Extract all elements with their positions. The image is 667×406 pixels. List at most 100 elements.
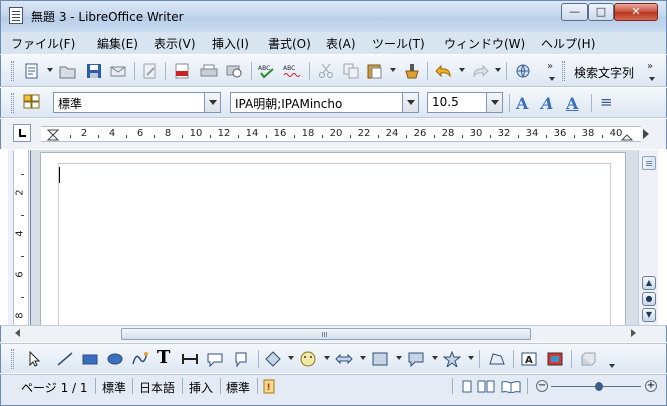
vertical-callout-icon[interactable]	[232, 351, 250, 367]
vertical-ruler[interactable]: 2 4 6 8	[8, 150, 30, 325]
menu-window[interactable]: ウィンドウ(W)	[444, 35, 525, 52]
find-toolbar-dropdown-icon[interactable]	[649, 77, 655, 81]
redo-dropdown-icon[interactable]	[495, 68, 501, 72]
toolbar-options-dropdown-icon[interactable]	[549, 77, 555, 81]
flowchart-icon[interactable]	[371, 351, 389, 367]
align-left-icon[interactable]: ≡	[600, 93, 613, 111]
maximize-button[interactable]: □	[588, 3, 614, 21]
select-pointer-icon[interactable]	[25, 351, 43, 367]
menu-help[interactable]: ヘルプ(H)	[541, 35, 595, 52]
page-indicator[interactable]: ページ 1 / 1	[21, 379, 88, 396]
more-tools-chevron-icon[interactable]: »	[547, 61, 553, 72]
undo-icon[interactable]	[435, 63, 453, 79]
styles-and-formatting-icon[interactable]	[23, 94, 41, 110]
edit-file-icon[interactable]	[141, 63, 159, 79]
multi-page-view-icon[interactable]	[477, 380, 495, 393]
toolbar-grip-icon[interactable]	[11, 93, 14, 113]
print-icon[interactable]	[200, 63, 218, 79]
font-name-combo[interactable]: IPA明朝;IPAMincho	[230, 92, 419, 113]
font-size-combo[interactable]: 10.5	[427, 92, 503, 113]
undo-dropdown-icon[interactable]	[459, 68, 465, 72]
new-document-dropdown-icon[interactable]	[47, 68, 53, 72]
paste-icon[interactable]	[366, 63, 384, 79]
previous-page-button[interactable]: ▲	[642, 276, 656, 290]
stars-dropdown-icon[interactable]	[468, 356, 474, 360]
basic-shapes-dropdown-icon[interactable]	[288, 356, 294, 360]
document-area[interactable]	[30, 150, 638, 333]
menu-table[interactable]: 表(A)	[326, 35, 356, 52]
zoom-slider-thumb[interactable]	[595, 382, 603, 391]
drawing-toolbar-options-icon[interactable]	[609, 364, 615, 368]
symbol-shapes-icon[interactable]	[299, 351, 317, 367]
extrusion-icon[interactable]	[579, 351, 597, 367]
fontwork-icon[interactable]: A	[520, 351, 538, 367]
single-page-view-icon[interactable]	[460, 380, 474, 393]
chevron-down-icon[interactable]	[402, 93, 418, 112]
navigation-button[interactable]: ●	[642, 292, 656, 306]
points-edit-icon[interactable]	[488, 351, 506, 367]
callouts-dropdown-icon[interactable]	[432, 356, 438, 360]
copy-icon[interactable]	[342, 63, 360, 79]
page-style[interactable]: 標準	[102, 379, 126, 396]
underline-icon[interactable]: A	[566, 94, 578, 113]
menu-format[interactable]: 書式(O)	[268, 35, 311, 52]
tab-stop-type-button[interactable]	[13, 124, 31, 142]
vertical-scrollbar[interactable]: ▲ ● ▼	[638, 150, 658, 325]
italic-icon[interactable]: A	[541, 94, 553, 113]
cut-icon[interactable]	[317, 63, 335, 79]
clone-formatting-icon[interactable]	[403, 63, 421, 79]
image-from-file-icon[interactable]	[546, 351, 564, 367]
flowchart-dropdown-icon[interactable]	[396, 356, 402, 360]
email-icon[interactable]	[109, 63, 127, 79]
horizontal-scroll-thumb[interactable]	[121, 328, 531, 340]
stars-icon[interactable]	[443, 351, 461, 367]
horizontal-scrollbar[interactable]	[0, 325, 667, 342]
rectangle-tool-icon[interactable]	[81, 351, 99, 367]
menu-file[interactable]: ファイル(F)	[11, 35, 75, 52]
new-document-icon[interactable]	[23, 63, 41, 79]
menu-insert[interactable]: 挿入(I)	[212, 35, 249, 52]
paragraph-style-combo[interactable]: 標準	[53, 92, 221, 113]
save-icon[interactable]	[85, 63, 103, 79]
callouts-icon[interactable]	[407, 351, 425, 367]
symbol-shapes-dropdown-icon[interactable]	[324, 356, 330, 360]
block-arrows-icon[interactable]	[335, 351, 353, 367]
open-folder-icon[interactable]	[59, 63, 77, 79]
left-indent-marker-icon[interactable]	[47, 129, 59, 141]
scroll-right-arrow-icon[interactable]	[631, 329, 636, 337]
close-button[interactable]: ✕	[614, 3, 658, 21]
zoom-out-button[interactable]: −	[536, 380, 548, 392]
redo-icon[interactable]	[471, 63, 489, 79]
spellcheck-icon[interactable]: ABC	[258, 63, 276, 79]
vertical-text-icon[interactable]	[181, 351, 199, 367]
block-arrows-dropdown-icon[interactable]	[360, 356, 366, 360]
callout-tool-icon[interactable]	[206, 351, 224, 367]
book-view-icon[interactable]	[501, 380, 521, 393]
scroll-left-arrow-icon[interactable]	[15, 329, 20, 337]
paste-dropdown-icon[interactable]	[390, 68, 396, 72]
menu-view[interactable]: 表示(V)	[154, 35, 196, 52]
zoom-in-button[interactable]: +	[645, 380, 657, 392]
find-text-label[interactable]: 検索文字列	[574, 64, 634, 81]
insert-mode[interactable]: 挿入	[189, 379, 213, 396]
hyperlink-icon[interactable]	[514, 63, 532, 79]
right-indent-marker-icon[interactable]	[621, 129, 633, 141]
horizontal-ruler[interactable]: 2 4 6 8 10 12 14 16 18 20 22 24 26 28 30 32 34 36 38 40	[41, 126, 641, 142]
bold-icon[interactable]: A	[516, 94, 528, 113]
ellipse-tool-icon[interactable]	[106, 351, 124, 367]
toolbar-grip-icon[interactable]	[11, 61, 14, 81]
autospellcheck-icon[interactable]: ABC	[283, 63, 301, 79]
minimize-button[interactable]: —	[561, 3, 588, 21]
find-toolbar-chevron-icon[interactable]: »	[647, 61, 653, 72]
basic-shapes-icon[interactable]	[264, 351, 282, 367]
chevron-down-icon[interactable]	[486, 93, 502, 112]
chevron-down-icon[interactable]	[204, 93, 220, 112]
export-pdf-icon[interactable]	[173, 63, 191, 79]
vertical-scroll-thumb[interactable]	[642, 156, 656, 170]
text-tool-icon[interactable]: T	[157, 347, 170, 368]
freeform-line-icon[interactable]	[131, 351, 149, 367]
selection-mode[interactable]: 標準	[226, 379, 250, 396]
next-page-button[interactable]: ▼	[642, 308, 656, 322]
language-indicator[interactable]: 日本語	[139, 379, 175, 396]
toolbar-grip-icon[interactable]	[11, 349, 14, 369]
